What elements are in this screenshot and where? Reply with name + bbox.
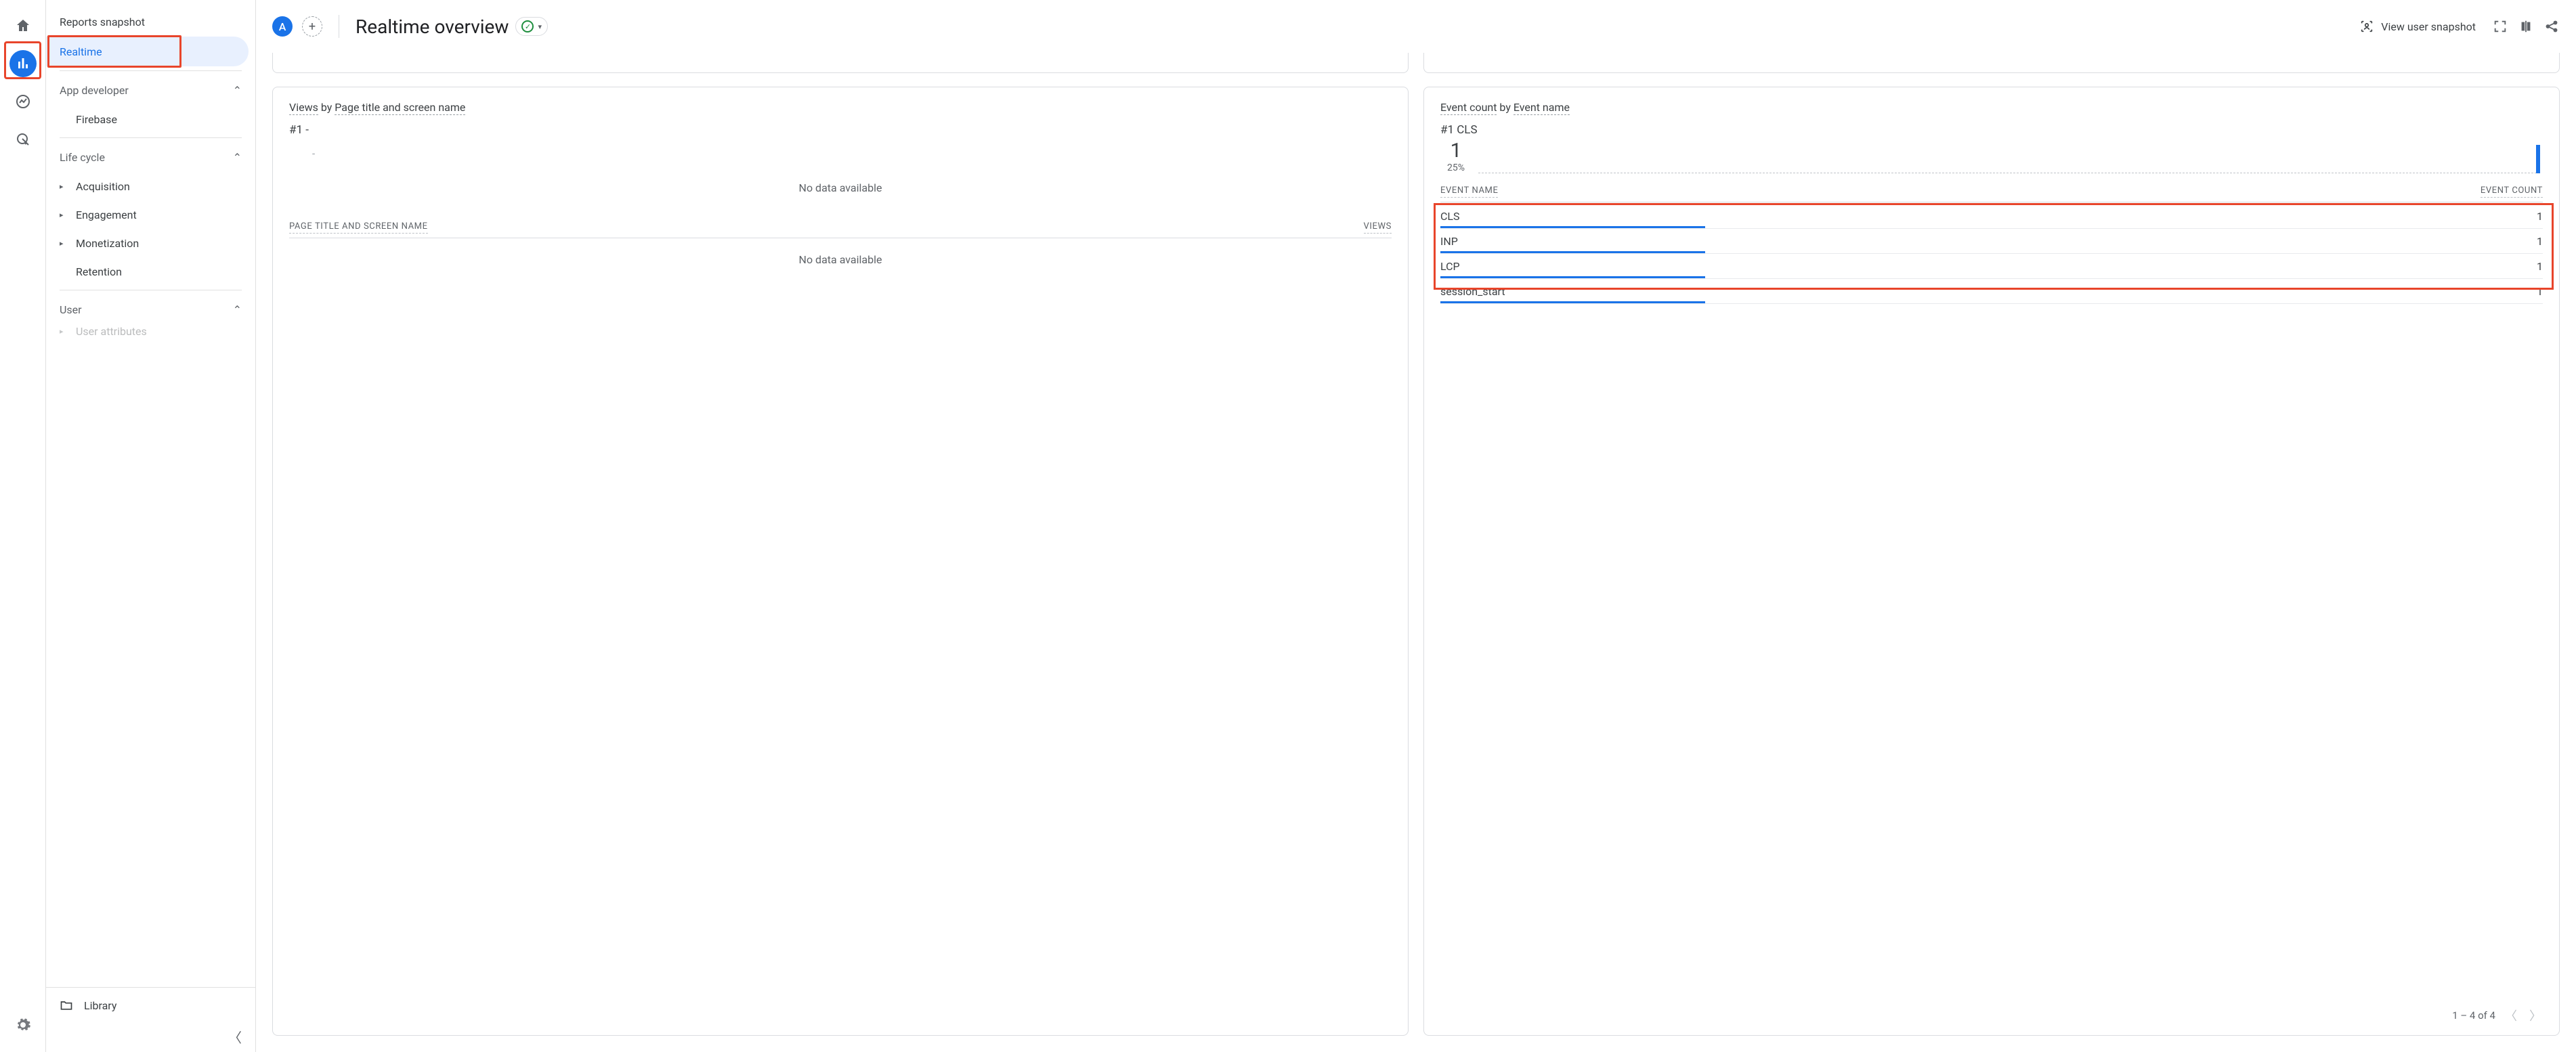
- add-comparison-button[interactable]: +: [302, 16, 322, 37]
- percent-text: 25%: [1447, 162, 1465, 173]
- icon-rail: [0, 0, 46, 1052]
- view-user-snapshot-button[interactable]: View user snapshot: [2353, 15, 2483, 38]
- plus-icon: +: [309, 20, 316, 34]
- fullscreen-button[interactable]: [2492, 18, 2508, 35]
- table-header: EVENT COUNT: [2481, 185, 2543, 198]
- rail-reports[interactable]: [9, 50, 37, 77]
- fullscreen-icon: [2493, 19, 2508, 34]
- rail-explore[interactable]: [9, 88, 37, 115]
- no-data-text: -: [289, 141, 1392, 167]
- chevron-up-icon: ⌃: [233, 303, 242, 316]
- views-card: Views by Page title and screen name #1 -…: [272, 87, 1409, 1036]
- nav-user-attributes[interactable]: ▸User attributes: [46, 324, 255, 338]
- nav-firebase[interactable]: Firebase: [46, 105, 255, 133]
- table-header: EVENT NAME: [1440, 185, 1498, 198]
- pager-prev-button[interactable]: 〈: [2502, 1007, 2520, 1024]
- gear-icon: [15, 1017, 31, 1033]
- sparkline: [1478, 141, 2540, 173]
- event-name: session_start: [1440, 285, 1505, 298]
- chevron-left-icon: 〈: [228, 1030, 242, 1046]
- table-header: VIEWS: [1364, 221, 1392, 234]
- event-count: 1: [2537, 285, 2543, 298]
- nav-retention[interactable]: Retention: [46, 257, 255, 286]
- nav-section-user[interactable]: User ⌃: [46, 294, 255, 324]
- user-snapshot-icon: [2359, 19, 2374, 34]
- nav-section-app-developer[interactable]: App developer ⌃: [46, 75, 255, 105]
- nav-monetization[interactable]: ▸Monetization: [46, 229, 255, 257]
- nav-realtime[interactable]: Realtime: [46, 37, 249, 66]
- chevron-up-icon: ⌃: [233, 84, 242, 97]
- nav-panel: Reports snapshot Realtime App developer …: [46, 0, 256, 1052]
- no-data-text: No data available: [289, 238, 1392, 281]
- event-name: CLS: [1440, 210, 1460, 223]
- bar-chart-icon: [15, 56, 31, 72]
- nav-section-label: User: [60, 303, 82, 316]
- folder-icon: [60, 999, 73, 1012]
- page-title: Realtime overview: [356, 16, 509, 38]
- card-stub: [1423, 53, 2560, 73]
- toolbar: A + Realtime overview ✓ ▾ View user snap…: [256, 0, 2576, 53]
- nav-reports-snapshot[interactable]: Reports snapshot: [46, 7, 249, 37]
- rail-advertising[interactable]: [9, 126, 37, 153]
- chevron-up-icon: ⌃: [233, 151, 242, 164]
- event-name: LCP: [1440, 260, 1460, 273]
- nav-acquisition[interactable]: ▸Acquisition: [46, 172, 255, 200]
- top-rank: #1 CLS: [1440, 123, 2543, 137]
- no-data-text: No data available: [289, 167, 1392, 209]
- nav-section-label: Life cycle: [60, 151, 105, 164]
- event-name: INP: [1440, 235, 1458, 248]
- check-circle-icon: ✓: [521, 20, 534, 32]
- pager-next-button[interactable]: 〉: [2527, 1007, 2544, 1024]
- pager: 1 – 4 of 4 〈 〉: [2452, 1007, 2544, 1024]
- trend-circle-icon: [15, 93, 31, 110]
- table-row[interactable]: CLS 1: [1440, 204, 2543, 229]
- rail-admin[interactable]: [9, 1011, 37, 1038]
- nav-collapse-button[interactable]: 〈: [46, 1023, 255, 1052]
- caret-down-icon: ▾: [538, 22, 542, 31]
- table-row[interactable]: INP 1: [1440, 229, 2543, 254]
- nav-engagement[interactable]: ▸Engagement: [46, 200, 255, 229]
- nav-section-life-cycle[interactable]: Life cycle ⌃: [46, 142, 255, 172]
- compare-icon: [2518, 19, 2533, 34]
- share-button[interactable]: [2543, 18, 2560, 35]
- big-number: 1: [1451, 141, 1462, 161]
- compare-button[interactable]: [2518, 18, 2534, 35]
- status-dropdown[interactable]: ✓ ▾: [515, 17, 548, 36]
- event-count: 1: [2537, 235, 2543, 248]
- card-stub: [272, 53, 1409, 73]
- home-icon: [15, 18, 31, 34]
- card-title: Views by Page title and screen name: [289, 101, 1392, 114]
- event-count: 1: [2537, 260, 2543, 273]
- rail-home[interactable]: [9, 12, 37, 39]
- card-title: Event count by Event name: [1440, 101, 2543, 114]
- target-click-icon: [15, 131, 31, 148]
- table-row[interactable]: session_start 1: [1440, 279, 2543, 304]
- share-icon: [2544, 19, 2559, 34]
- event-count: 1: [2537, 210, 2543, 223]
- main-area: A + Realtime overview ✓ ▾ View user snap…: [256, 0, 2576, 1052]
- nav-library[interactable]: Library: [46, 987, 255, 1023]
- nav-section-label: App developer: [60, 84, 129, 97]
- table-row[interactable]: LCP 1: [1440, 254, 2543, 279]
- top-rank: #1 -: [289, 123, 1392, 137]
- table-header: PAGE TITLE AND SCREEN NAME: [289, 221, 428, 234]
- segment-avatar[interactable]: A: [272, 16, 293, 37]
- events-card: Event count by Event name #1 CLS 1 25% E…: [1423, 87, 2560, 1036]
